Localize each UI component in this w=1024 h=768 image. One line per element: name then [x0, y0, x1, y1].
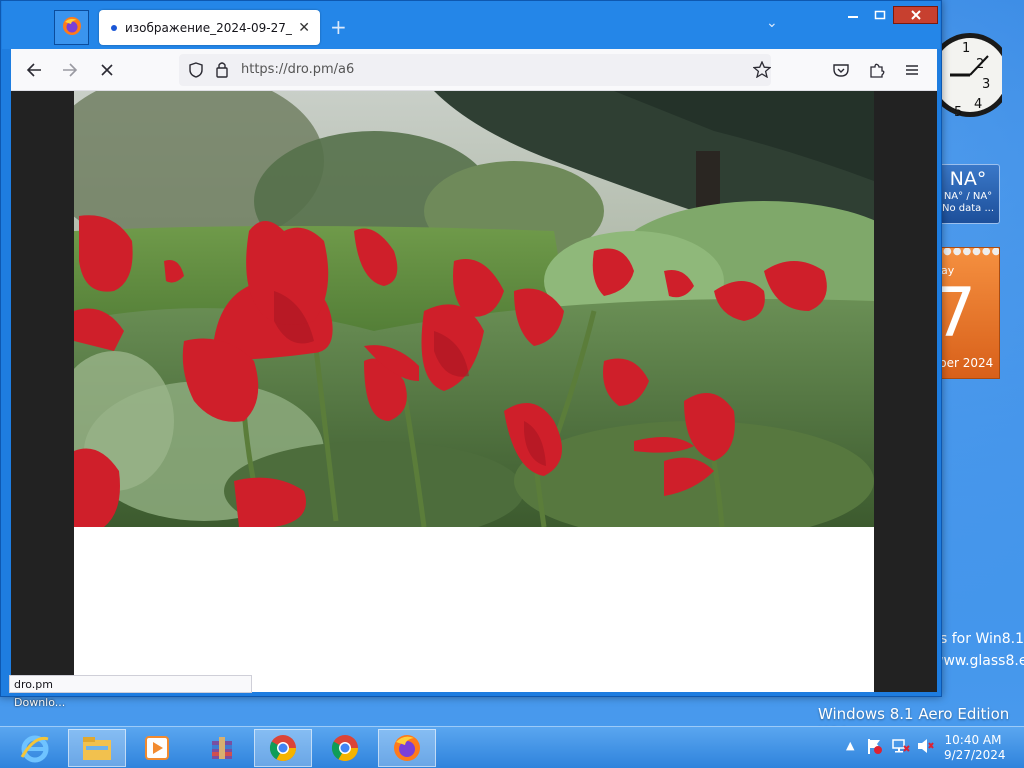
network-icon[interactable]	[892, 737, 910, 758]
address-bar[interactable]: https://dro.pm/a6	[179, 54, 772, 86]
maximize-button[interactable]	[867, 6, 893, 24]
calendar-month: ber 2024	[939, 356, 994, 370]
pocket-button[interactable]	[828, 57, 854, 83]
desktop-watermark-line2: www.glass8.eu	[932, 653, 1024, 669]
shield-icon[interactable]	[189, 62, 203, 81]
extensions-icon	[870, 63, 885, 78]
ie-icon	[20, 735, 49, 763]
svg-text:3: 3	[982, 77, 990, 92]
menu-button[interactable]	[899, 57, 925, 83]
tab-active[interactable]: изображение_2024-09-27_171435.... ✕	[99, 10, 320, 45]
forward-arrow-icon	[63, 63, 78, 77]
svg-text:4: 4	[974, 97, 982, 112]
tab-title: изображение_2024-09-27_171435....	[125, 20, 292, 35]
desktop-downloads-label[interactable]: Downlo...	[14, 696, 65, 709]
calendar-day: 7	[939, 278, 976, 350]
weather-range: NA° / NA°	[943, 191, 993, 202]
taskbar: ▲ 10:40 AM 9/27/2024	[0, 726, 1024, 768]
close-window-button[interactable]	[893, 6, 938, 24]
chrome-icon	[331, 735, 359, 762]
calendar-gadget[interactable]: ●●●●●● ay 7 ber 2024	[938, 247, 1000, 379]
firefox-view-button[interactable]	[54, 10, 89, 45]
taskbar-chrome-2[interactable]	[316, 729, 374, 767]
extensions-button[interactable]	[864, 57, 890, 83]
clock-time: 10:40 AM	[944, 733, 1002, 747]
show-hidden-icons-button[interactable]: ▲	[846, 739, 854, 752]
clock-date: 9/27/2024	[944, 748, 1006, 762]
weather-temperature: NA°	[949, 168, 987, 190]
taskbar-winrar[interactable]	[192, 729, 250, 767]
taskbar-firefox[interactable]	[378, 729, 436, 767]
flag-icon[interactable]	[866, 737, 882, 758]
taskbar-file-explorer[interactable]	[68, 729, 126, 767]
tab-close-icon[interactable]: ✕	[298, 20, 310, 36]
lock-icon[interactable]	[215, 61, 229, 81]
star-icon[interactable]	[752, 60, 772, 81]
taskbar-media-player[interactable]	[128, 729, 186, 767]
page-viewport	[11, 91, 937, 692]
page-canvas	[74, 91, 874, 692]
stop-icon	[101, 64, 113, 76]
tulip-photo[interactable]	[74, 91, 874, 527]
pocket-icon	[833, 64, 849, 77]
tab-favicon-icon	[111, 24, 117, 31]
menu-icon	[906, 65, 918, 75]
svg-text:5: 5	[954, 105, 962, 120]
firefox-icon	[62, 16, 82, 39]
svg-text:1: 1	[962, 41, 970, 56]
weather-gadget[interactable]: NA° NA° / NA° No data ...	[936, 164, 1000, 224]
speaker-muted-icon[interactable]	[916, 737, 934, 758]
back-arrow-icon	[26, 63, 41, 77]
link-status-bar: dro.pm	[9, 675, 252, 693]
desktop-watermark-line1: s for Win8.1	[940, 631, 1024, 647]
stop-button[interactable]	[94, 57, 120, 83]
new-tab-button[interactable]: +	[330, 15, 347, 39]
taskbar-chrome[interactable]	[254, 729, 312, 767]
back-button[interactable]	[21, 57, 47, 83]
browser-window: изображение_2024-09-27_171435.... ✕ + ⌄	[0, 0, 942, 697]
taskbar-internet-explorer[interactable]	[6, 729, 64, 767]
forward-button[interactable]	[57, 57, 83, 83]
system-clock[interactable]: 10:40 AM 9/27/2024	[944, 733, 1006, 763]
list-all-tabs-button[interactable]: ⌄	[766, 15, 778, 31]
winrar-icon	[212, 737, 232, 759]
navigation-toolbar: https://dro.pm/a6	[11, 49, 937, 91]
media-icon	[145, 736, 169, 760]
firefox-icon	[394, 735, 420, 761]
url-text[interactable]: https://dro.pm/a6	[241, 62, 354, 77]
chrome-icon	[269, 735, 297, 762]
minimize-button[interactable]	[839, 6, 867, 24]
explorer-icon	[83, 737, 111, 760]
weather-status: No data ...	[941, 203, 995, 214]
calendar-rings-icon: ●●●●●●	[943, 247, 1000, 257]
tab-bar: изображение_2024-09-27_171435.... ✕ + ⌄	[2, 1, 940, 49]
